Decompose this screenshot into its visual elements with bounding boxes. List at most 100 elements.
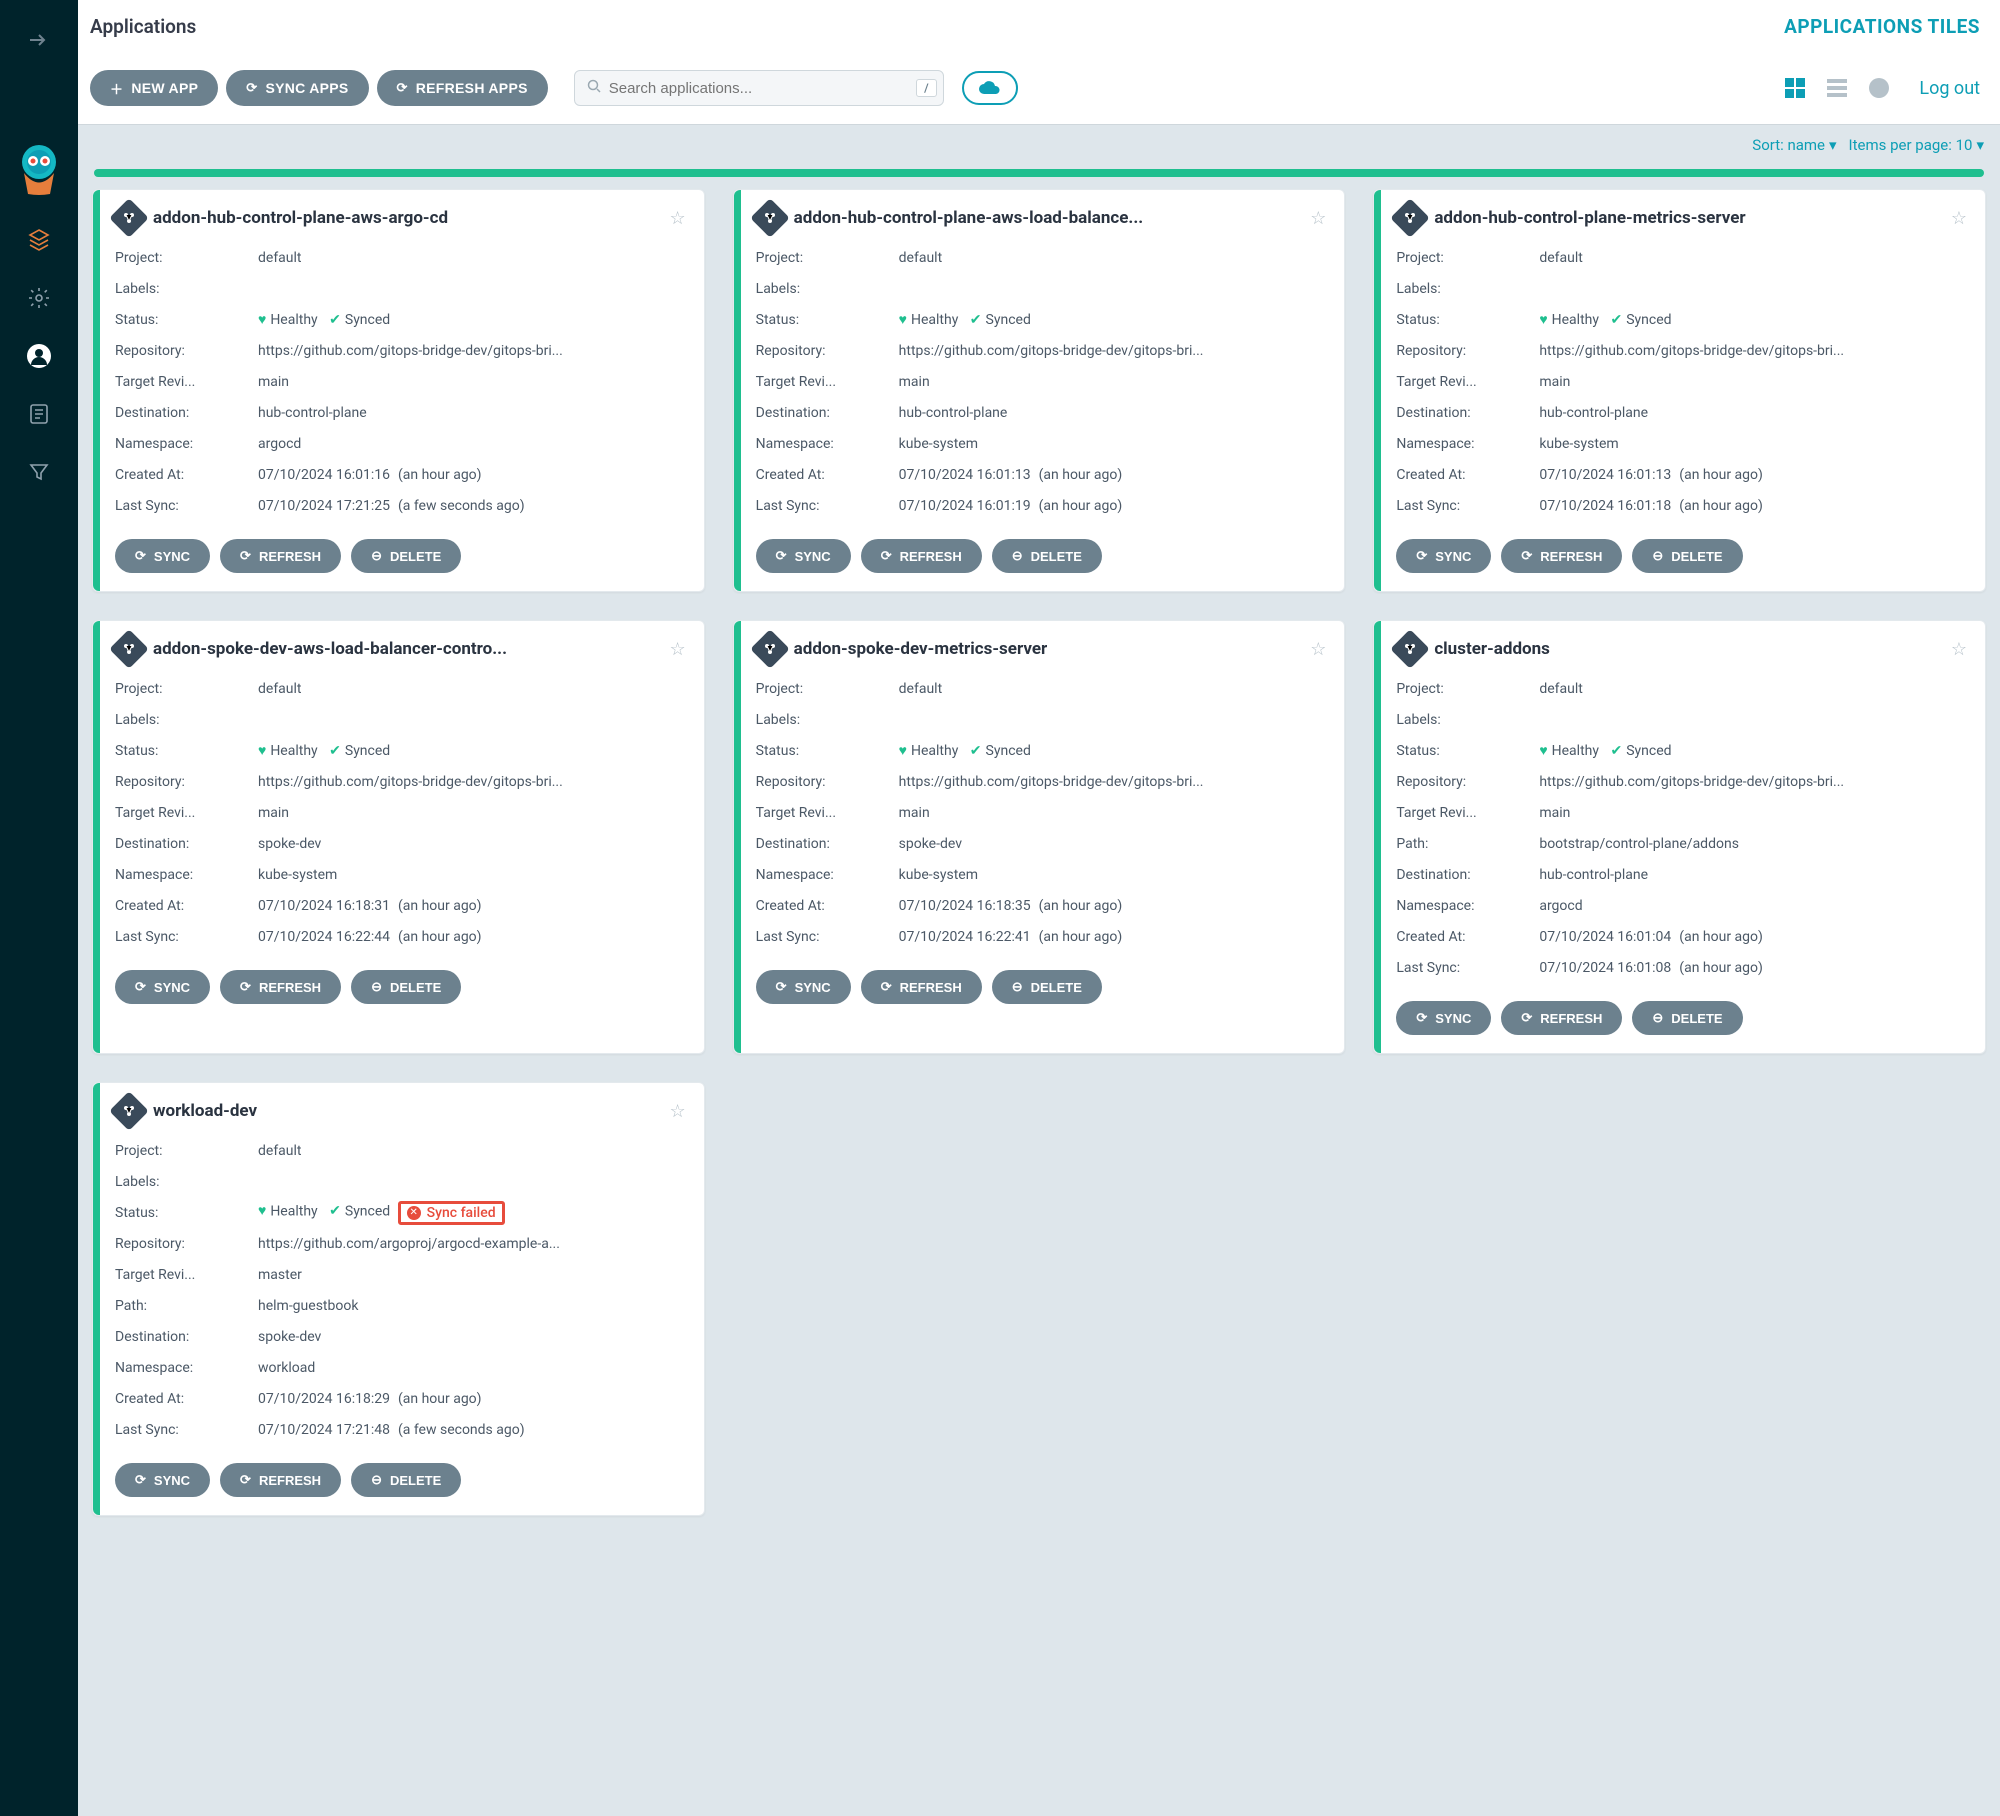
delete-button[interactable]: ⊖DELETE <box>351 539 461 573</box>
refresh-button[interactable]: ⟳REFRESH <box>861 970 982 1004</box>
repo-label: Repository: <box>1396 343 1539 359</box>
ns-label: Namespace: <box>756 867 899 883</box>
favorite-icon[interactable]: ☆ <box>1310 639 1326 660</box>
view-list-icon[interactable] <box>1823 74 1851 102</box>
ns-label: Namespace: <box>115 436 258 452</box>
nav-user-icon[interactable] <box>25 342 53 370</box>
nav-apps-icon[interactable] <box>25 226 53 254</box>
delete-button[interactable]: ⊖DELETE <box>992 539 1102 573</box>
sync-icon: ⟳ <box>135 979 146 995</box>
search-box[interactable]: / <box>574 70 944 106</box>
sync-icon: ⟳ <box>135 1472 146 1488</box>
refresh-apps-button[interactable]: ⟳ REFRESH APPS <box>377 70 548 106</box>
sort-select[interactable]: Sort: name ▾ <box>1752 136 1836 154</box>
nav-docs-icon[interactable] <box>25 400 53 428</box>
expand-rail-icon[interactable] <box>25 26 53 54</box>
refresh-icon: ⟳ <box>881 979 892 995</box>
favorite-icon[interactable]: ☆ <box>670 639 686 660</box>
app-card[interactable]: addon-spoke-dev-metrics-server ☆ Project… <box>733 620 1346 1054</box>
breadcrumb[interactable]: Applications <box>90 15 196 38</box>
app-icon <box>750 198 790 238</box>
delete-icon: ⊖ <box>1012 548 1023 564</box>
logout-link[interactable]: Log out <box>1919 78 1980 99</box>
refresh-button[interactable]: ⟳REFRESH <box>1501 1001 1622 1035</box>
nav-settings-icon[interactable] <box>25 284 53 312</box>
app-card[interactable]: cluster-addons ☆ Project:default Labels:… <box>1373 620 1986 1054</box>
app-icon <box>109 629 149 669</box>
sync-button[interactable]: ⟳SYNC <box>1396 1001 1491 1035</box>
app-icon <box>109 198 149 238</box>
path-value: helm-guestbook <box>258 1298 686 1314</box>
refresh-icon: ⟳ <box>1521 1010 1532 1026</box>
dest-label: Destination: <box>115 836 258 852</box>
refresh-button[interactable]: ⟳REFRESH <box>220 970 341 1004</box>
dest-value: hub-control-plane <box>258 405 686 421</box>
favorite-icon[interactable]: ☆ <box>670 1101 686 1122</box>
favorite-icon[interactable]: ☆ <box>1310 208 1326 229</box>
delete-button[interactable]: ⊖DELETE <box>992 970 1102 1004</box>
view-pie-icon[interactable] <box>1865 74 1893 102</box>
sync-button[interactable]: ⟳SYNC <box>1396 539 1491 573</box>
sync-button[interactable]: ⟳SYNC <box>115 539 210 573</box>
refresh-icon: ⟳ <box>240 979 251 995</box>
target-rev-label: Target Revi... <box>115 374 258 390</box>
search-input[interactable] <box>609 80 908 97</box>
dest-label: Destination: <box>756 836 899 852</box>
labels-label: Labels: <box>756 281 899 297</box>
heart-icon: ♥ <box>899 312 907 328</box>
target-rev-label: Target Revi... <box>115 805 258 821</box>
sync-apps-button[interactable]: ⟳ SYNC APPS <box>226 70 368 106</box>
sync-icon: ⟳ <box>776 548 787 564</box>
app-card[interactable]: workload-dev ☆ Project:default Labels: S… <box>92 1082 705 1516</box>
new-app-button[interactable]: ＋ NEW APP <box>90 70 218 106</box>
app-card[interactable]: addon-spoke-dev-aws-load-balancer-contro… <box>92 620 705 1054</box>
app-card[interactable]: addon-hub-control-plane-metrics-server ☆… <box>1373 189 1986 592</box>
sync-button[interactable]: ⟳SYNC <box>115 1463 210 1497</box>
status-value: ♥Healthy ✔Synced ✕Sync failed <box>258 1201 686 1225</box>
caret-down-icon: ▾ <box>1829 136 1837 154</box>
sync-button[interactable]: ⟳SYNC <box>756 539 851 573</box>
favorite-icon[interactable]: ☆ <box>670 208 686 229</box>
refresh-button[interactable]: ⟳REFRESH <box>220 1463 341 1497</box>
items-per-page-select[interactable]: Items per page: 10 ▾ <box>1849 136 1984 154</box>
refresh-button[interactable]: ⟳REFRESH <box>1501 539 1622 573</box>
delete-icon: ⊖ <box>1652 1010 1663 1026</box>
argo-logo <box>16 144 62 196</box>
delete-button[interactable]: ⊖DELETE <box>1632 1001 1742 1035</box>
delete-button[interactable]: ⊖DELETE <box>351 1463 461 1497</box>
refresh-icon: ⟳ <box>240 548 251 564</box>
target-rev-label: Target Revi... <box>1396 805 1539 821</box>
nav-filter-icon[interactable] <box>25 458 53 486</box>
repo-value: https://github.com/gitops-bridge-dev/git… <box>258 774 686 790</box>
path-label: Path: <box>1396 836 1539 852</box>
dest-label: Destination: <box>115 405 258 421</box>
delete-button[interactable]: ⊖DELETE <box>1632 539 1742 573</box>
refresh-button[interactable]: ⟳REFRESH <box>220 539 341 573</box>
check-icon: ✔ <box>329 1203 341 1219</box>
repo-label: Repository: <box>115 343 258 359</box>
status-label: Status: <box>115 1205 258 1221</box>
lastsync-label: Last Sync: <box>756 498 899 514</box>
sync-button[interactable]: ⟳SYNC <box>115 970 210 1004</box>
cloud-button[interactable] <box>962 71 1018 105</box>
refresh-icon: ⟳ <box>881 548 892 564</box>
dest-value: hub-control-plane <box>899 405 1327 421</box>
path-label: Path: <box>115 1298 258 1314</box>
repo-value: https://github.com/argoproj/argocd-examp… <box>258 1236 686 1252</box>
repo-label: Repository: <box>756 774 899 790</box>
view-tiles-icon[interactable] <box>1781 74 1809 102</box>
caret-down-icon: ▾ <box>1976 136 1984 154</box>
target-rev-value: main <box>1539 805 1967 821</box>
app-card[interactable]: addon-hub-control-plane-aws-load-balance… <box>733 189 1346 592</box>
sync-button[interactable]: ⟳SYNC <box>756 970 851 1004</box>
favorite-icon[interactable]: ☆ <box>1951 639 1967 660</box>
dest-value: spoke-dev <box>258 1329 686 1345</box>
check-icon: ✔ <box>970 743 982 759</box>
check-icon: ✔ <box>970 312 982 328</box>
project-value: default <box>258 1143 686 1159</box>
delete-button[interactable]: ⊖DELETE <box>351 970 461 1004</box>
created-value: 07/10/2024 16:01:13(an hour ago) <box>899 467 1327 483</box>
favorite-icon[interactable]: ☆ <box>1951 208 1967 229</box>
app-card[interactable]: addon-hub-control-plane-aws-argo-cd ☆ Pr… <box>92 189 705 592</box>
refresh-button[interactable]: ⟳REFRESH <box>861 539 982 573</box>
